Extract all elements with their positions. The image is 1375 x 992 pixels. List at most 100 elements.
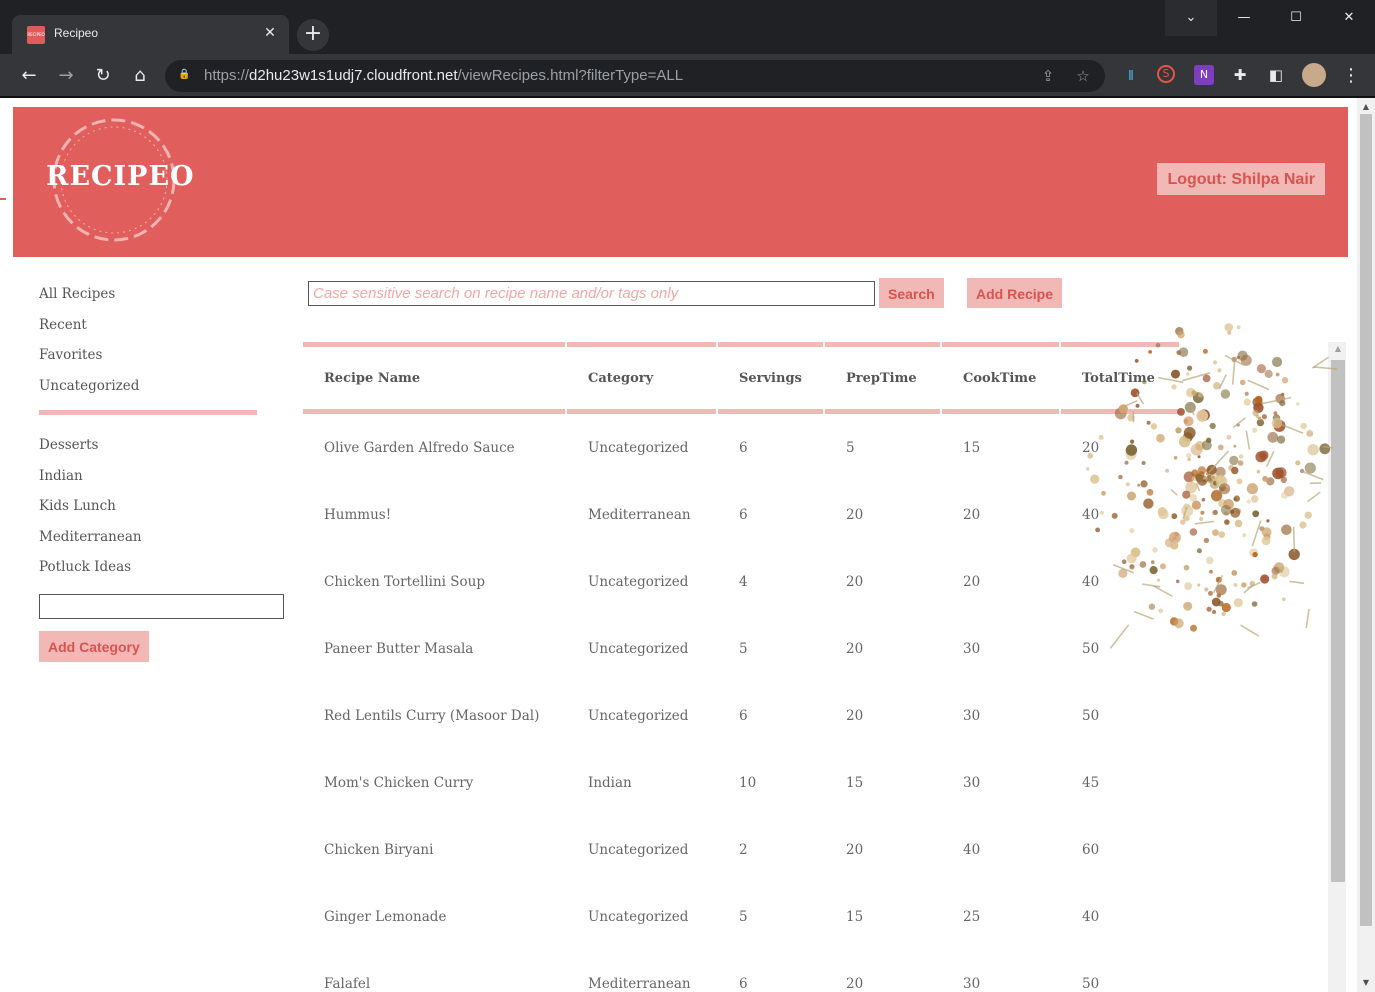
- column-header-recipe-name[interactable]: Recipe Name: [303, 342, 565, 414]
- cell-recipe-name[interactable]: Mom's Chicken Curry: [303, 749, 565, 816]
- cell-recipe-name[interactable]: Hummus!: [303, 481, 565, 548]
- bookmark-star-icon[interactable]: ☆: [1072, 66, 1094, 86]
- cell-totaltime: 40: [1082, 506, 1100, 523]
- browser-tab[interactable]: RECIPEO Recipeo ✕: [12, 15, 289, 54]
- favicon-icon: RECIPEO: [27, 26, 45, 44]
- extensions-puzzle-icon[interactable]: ✚: [1230, 65, 1250, 85]
- table-row[interactable]: Falafel Mediterranean 6 20 30 50: [303, 950, 1179, 992]
- cell-servings: 4: [739, 573, 748, 590]
- cell-recipe-name[interactable]: Falafel: [303, 950, 565, 992]
- cell-preptime: 5: [846, 439, 855, 456]
- cell-servings: 6: [739, 707, 748, 724]
- share-icon[interactable]: ⇪: [1037, 66, 1059, 86]
- back-icon[interactable]: ←: [17, 64, 41, 88]
- column-header-cooktime[interactable]: CookTime: [942, 342, 1059, 414]
- add-category-button[interactable]: Add Category: [39, 630, 149, 662]
- minimize-icon[interactable]: —: [1218, 0, 1270, 36]
- sidebar-item-uncategorized[interactable]: Uncategorized: [39, 377, 289, 408]
- menu-kebab-icon[interactable]: ⋮: [1339, 64, 1363, 88]
- cell-servings: 5: [739, 640, 748, 657]
- browser-chrome: RECIPEO Recipeo ✕ + ⌄ — ☐ ✕ ← → ↻ ⌂ 🔒 ht…: [0, 0, 1375, 98]
- logout-button[interactable]: Logout: Shilpa Nair: [1157, 163, 1325, 195]
- table-row[interactable]: Red Lentils Curry (Masoor Dal) Uncategori…: [303, 682, 1179, 749]
- lock-icon: 🔒: [178, 69, 191, 80]
- maximize-icon[interactable]: ☐: [1270, 0, 1322, 36]
- close-window-icon[interactable]: ✕: [1323, 0, 1375, 36]
- sidebar-item-all-recipes[interactable]: All Recipes: [39, 285, 289, 316]
- cell-servings: 6: [739, 439, 748, 456]
- cell-preptime: 20: [846, 841, 864, 858]
- new-category-input[interactable]: [39, 593, 284, 619]
- edge-marker: [0, 198, 6, 200]
- sidebar-item-potluck-ideas[interactable]: Potluck Ideas: [39, 558, 289, 589]
- table-row[interactable]: Paneer Butter Masala Uncategorized 5 20 30 50: [303, 615, 1179, 682]
- add-recipe-button[interactable]: Add Recipe: [967, 278, 1063, 308]
- cell-category: Indian: [588, 774, 632, 791]
- cell-preptime: 15: [846, 908, 864, 925]
- table-row[interactable]: Hummus! Mediterranean 6 20 20 40: [303, 481, 1179, 548]
- recipe-search-input[interactable]: [308, 281, 875, 306]
- cell-recipe-name[interactable]: Chicken Biryani: [303, 816, 565, 883]
- sidebar-item-indian[interactable]: Indian: [39, 467, 289, 498]
- cell-servings: 5: [739, 908, 748, 925]
- cell-preptime: 15: [846, 774, 864, 791]
- home-icon[interactable]: ⌂: [128, 64, 152, 88]
- sidebar-item-favorites[interactable]: Favorites: [39, 346, 289, 377]
- cell-servings: 6: [739, 975, 748, 992]
- profile-avatar[interactable]: [1302, 63, 1326, 87]
- cell-recipe-name[interactable]: Chicken Tortellini Soup: [303, 548, 565, 615]
- cell-totaltime: 50: [1082, 640, 1100, 657]
- table-row[interactable]: Olive Garden Alfredo Sauce Uncategorized 6…: [303, 414, 1179, 481]
- cell-category: Uncategorized: [588, 908, 689, 925]
- table-scrollbar[interactable]: ▲: [1328, 342, 1346, 992]
- tab-title: Recipeo: [54, 26, 99, 40]
- close-tab-icon[interactable]: ✕: [261, 24, 279, 42]
- cell-preptime: 20: [846, 640, 864, 657]
- scroll-up-arrow-icon[interactable]: ▲: [1333, 344, 1343, 354]
- forward-icon[interactable]: →: [54, 64, 78, 88]
- table-row[interactable]: Mom's Chicken Curry Indian 10 15 30 45: [303, 749, 1179, 816]
- column-header-servings[interactable]: Servings: [718, 342, 823, 414]
- sidebar-item-desserts[interactable]: Desserts: [39, 436, 289, 467]
- app-header: RECIPEO Logout: Shilpa Nair: [13, 107, 1348, 257]
- onenote-icon[interactable]: N: [1194, 65, 1214, 85]
- page-scroll-up-icon[interactable]: ▲: [1361, 102, 1371, 112]
- recipeo-logo[interactable]: RECIPEO: [46, 115, 194, 245]
- column-header-category[interactable]: Category: [567, 342, 716, 414]
- search-button[interactable]: Search: [879, 278, 944, 308]
- cell-category: Mediterranean: [588, 506, 691, 523]
- side-panel-icon[interactable]: ◧: [1266, 65, 1286, 85]
- table-row[interactable]: Ginger Lemonade Uncategorized 5 15 25 40: [303, 883, 1179, 950]
- sidebar-item-recent[interactable]: Recent: [39, 316, 289, 347]
- new-tab-button[interactable]: +: [297, 19, 329, 51]
- cell-cooktime: 30: [963, 640, 981, 657]
- page-scroll-thumb[interactable]: [1360, 114, 1372, 926]
- sidebar-item-mediterranean[interactable]: Mediterranean: [39, 528, 289, 559]
- table-row[interactable]: Chicken Biryani Uncategorized 2 20 40 60: [303, 816, 1179, 883]
- url-scheme: https://: [204, 67, 250, 84]
- cell-category: Mediterranean: [588, 975, 691, 992]
- column-header-preptime[interactable]: PrepTime: [825, 342, 940, 414]
- cell-preptime: 20: [846, 975, 864, 992]
- page-scroll-down-icon[interactable]: ▼: [1361, 978, 1371, 988]
- address-bar[interactable]: 🔒 https://d2hu23w1s1udj7.cloudfront.net/…: [165, 60, 1105, 92]
- cell-recipe-name[interactable]: Paneer Butter Masala: [303, 615, 565, 682]
- extension-s-icon[interactable]: S: [1157, 65, 1175, 83]
- table-row[interactable]: Chicken Tortellini Soup Uncategorized 4 20 2…: [303, 548, 1179, 615]
- sidebar-item-kids-lunch[interactable]: Kids Lunch: [39, 497, 289, 528]
- recipe-table: Recipe Name Category Servings PrepTime C…: [303, 342, 1181, 992]
- cell-recipe-name[interactable]: Ginger Lemonade: [303, 883, 565, 950]
- cell-cooktime: 25: [963, 908, 981, 925]
- column-header-totaltime[interactable]: TotalTime: [1061, 342, 1179, 414]
- tab-search-icon[interactable]: ⌄: [1165, 0, 1217, 36]
- cell-recipe-name[interactable]: Red Lentils Curry (Masoor Dal): [303, 682, 565, 749]
- page-scrollbar[interactable]: ▲ ▼: [1357, 98, 1375, 992]
- cell-recipe-name[interactable]: Olive Garden Alfredo Sauce: [303, 414, 565, 481]
- cell-category: Uncategorized: [588, 439, 689, 456]
- cell-cooktime: 15: [963, 439, 981, 456]
- reload-icon[interactable]: ↻: [91, 64, 115, 88]
- table-scroll-thumb[interactable]: [1331, 360, 1345, 882]
- extension-bars-icon[interactable]: ǁ: [1121, 65, 1141, 85]
- cell-category: Uncategorized: [588, 841, 689, 858]
- page-viewport: RECIPEO Logout: Shilpa Nair All Recipes …: [0, 98, 1357, 992]
